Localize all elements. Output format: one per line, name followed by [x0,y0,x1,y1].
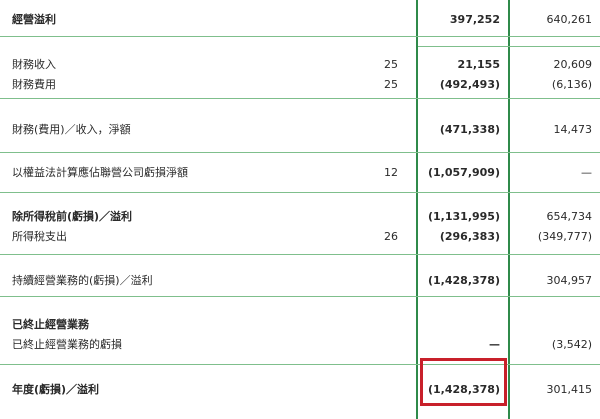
prior-year-value: 301,415 [546,383,593,396]
prior-year-value: 20,609 [553,58,593,71]
prior-year-value: 654,734 [546,210,593,223]
current-year-value: (1,131,995) [428,210,500,223]
row-label: 除所得稅前(虧損)／溢利 [12,210,133,223]
current-year-value: 21,155 [457,58,500,71]
column-rule-left [416,0,418,419]
highlight-box [420,358,507,406]
row-divider [418,46,600,47]
column-rule-right [508,0,510,419]
prior-year-value: 304,957 [546,274,593,287]
note-ref: 26 [384,230,398,243]
row-label: 年度(虧損)／溢利 [12,383,100,396]
row-label: 已終止經營業務的虧損 [12,338,122,351]
row-divider [0,364,600,365]
income-statement: 經營溢利 397,252 640,261 財務收入 25 21,155 20,6… [0,0,600,419]
row-divider [0,254,600,255]
row-divider [0,152,600,153]
row-label: 所得稅支出 [12,230,67,243]
current-year-value: (1,057,909) [428,166,500,179]
row-divider [0,36,600,37]
note-ref: 25 [384,78,398,91]
row-label: 持續經營業務的(虧損)／溢利 [12,274,153,287]
prior-year-value: — [581,166,592,179]
prior-year-value: (349,777) [537,230,592,243]
prior-year-value: 14,473 [553,123,593,136]
current-year-value: — [489,338,500,351]
row-divider [0,98,600,99]
row-label: 以權益法計算應佔聯營公司虧損淨額 [12,166,188,179]
current-year-value: (492,493) [439,78,500,91]
current-year-value: (1,428,378) [428,274,500,287]
prior-year-value: 640,261 [546,13,593,26]
current-year-value: (471,338) [439,123,500,136]
row-divider [0,296,600,297]
row-label: 財務(費用)／收入，淨額 [12,123,131,136]
current-year-value: (296,383) [439,230,500,243]
note-ref: 12 [384,166,398,179]
row-label: 財務收入 [12,58,56,71]
current-year-value: 397,252 [449,13,500,26]
row-label: 財務費用 [12,78,56,91]
prior-year-value: (6,136) [551,78,592,91]
note-ref: 25 [384,58,398,71]
row-divider [0,192,600,193]
section-heading: 已終止經營業務 [12,318,89,331]
prior-year-value: (3,542) [551,338,592,351]
row-label: 經營溢利 [12,13,56,26]
